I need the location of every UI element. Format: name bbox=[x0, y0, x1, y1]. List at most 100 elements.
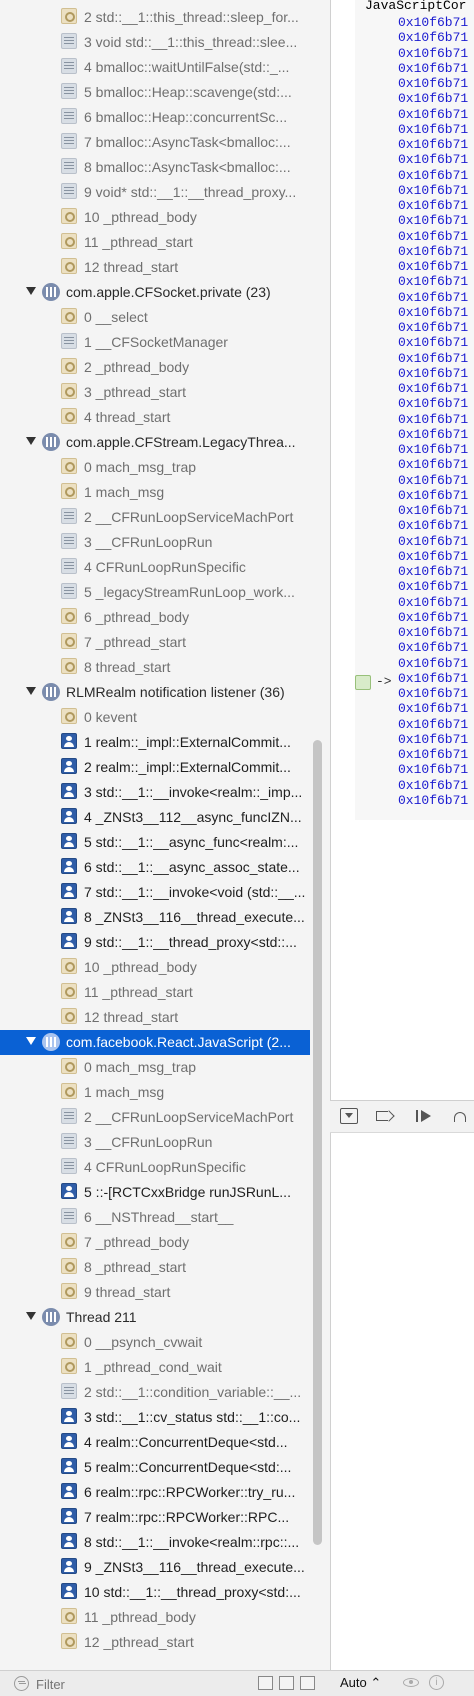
stack-frame-row[interactable]: 6 bmalloc::Heap::concurrentSc... bbox=[0, 105, 310, 130]
stack-frame-row[interactable]: 12 _pthread_start bbox=[0, 1630, 310, 1655]
stack-frame-label: 1 __CFSocketManager bbox=[84, 334, 228, 350]
stack-frame-row[interactable]: 1 realm::_impl::ExternalCommit... bbox=[0, 730, 310, 755]
system-frame-icon bbox=[61, 1008, 77, 1024]
thread-row[interactable]: com.apple.CFStream.LegacyThrea... bbox=[0, 430, 310, 455]
stack-frame-row[interactable]: 9 std::__1::__thread_proxy<std::... bbox=[0, 930, 310, 955]
stack-frame-row[interactable]: 2 __CFRunLoopServiceMachPort bbox=[0, 1105, 310, 1130]
stack-frame-row[interactable]: 0 mach_msg_trap bbox=[0, 1055, 310, 1080]
stack-frame-row[interactable]: 1 mach_msg bbox=[0, 480, 310, 505]
stack-frame-row[interactable]: 3 __CFRunLoopRun bbox=[0, 530, 310, 555]
thread-label: Thread 211 bbox=[66, 1309, 137, 1325]
address-line: 0x10f6b71 bbox=[398, 121, 469, 137]
thread-icon bbox=[42, 1308, 60, 1326]
system-frame-icon bbox=[61, 1358, 77, 1374]
stack-frame-row[interactable]: 4 bmalloc::waitUntilFalse(std::_... bbox=[0, 55, 310, 80]
breakpoints-toggle-icon[interactable] bbox=[376, 1108, 394, 1124]
disclosure-triangle-icon[interactable] bbox=[26, 1312, 36, 1320]
stack-frame-row[interactable]: 8 bmalloc::AsyncTask<bmalloc:... bbox=[0, 155, 310, 180]
stack-frame-row[interactable]: 7 _pthread_body bbox=[0, 1230, 310, 1255]
stack-frame-row[interactable]: 7 _pthread_start bbox=[0, 630, 310, 655]
stack-frame-row[interactable]: 12 thread_start bbox=[0, 255, 310, 280]
stack-frame-row[interactable]: 9 void* std::__1::__thread_proxy... bbox=[0, 180, 310, 205]
thread-row-selected[interactable]: com.facebook.React.JavaScript (2... bbox=[0, 1030, 310, 1055]
stack-frame-row[interactable]: 8 _pthread_start bbox=[0, 1255, 310, 1280]
disclosure-triangle-icon[interactable] bbox=[26, 437, 36, 445]
eye-icon[interactable] bbox=[403, 1678, 419, 1687]
process-view-icon[interactable] bbox=[300, 1676, 315, 1690]
stack-frame-row[interactable]: 0 __select bbox=[0, 305, 310, 330]
navigator-scrollbar[interactable] bbox=[313, 740, 322, 1545]
stack-frame-row[interactable]: 9 _ZNSt3__116__thread_execute... bbox=[0, 1555, 310, 1580]
system-frame-icon bbox=[61, 658, 77, 674]
stack-frame-row[interactable]: 3 _pthread_start bbox=[0, 380, 310, 405]
stack-frame-row[interactable]: 4 thread_start bbox=[0, 405, 310, 430]
stack-frame-row[interactable]: 6 __NSThread__start__ bbox=[0, 1205, 310, 1230]
stack-frame-row[interactable]: 6 _pthread_body bbox=[0, 605, 310, 630]
stack-frame-row[interactable]: 8 _ZNSt3__116__thread_execute... bbox=[0, 905, 310, 930]
stack-frame-row[interactable]: 9 thread_start bbox=[0, 1280, 310, 1305]
show-crashed-only-icon[interactable] bbox=[279, 1676, 294, 1690]
hide-debug-area-icon[interactable] bbox=[340, 1108, 358, 1124]
stack-frame-label: 5 _legacyStreamRunLoop_work... bbox=[84, 584, 295, 600]
step-over-icon[interactable] bbox=[452, 1108, 470, 1124]
filter-icon[interactable] bbox=[14, 1676, 29, 1691]
stack-frame-row[interactable]: 7 std::__1::__invoke<void (std::__... bbox=[0, 880, 310, 905]
stack-frame-row[interactable]: 5 bmalloc::Heap::scavenge(std:... bbox=[0, 80, 310, 105]
user-code-frame-icon bbox=[61, 1458, 77, 1474]
stack-frame-row[interactable]: 5 ::-[RCTCxxBridge runJSRunL... bbox=[0, 1180, 310, 1205]
stack-frame-row[interactable]: 2 std::__1::this_thread::sleep_for... bbox=[0, 5, 310, 30]
stack-frame-row[interactable]: 5 realm::ConcurrentDeque<std:... bbox=[0, 1455, 310, 1480]
stack-frame-row[interactable]: 10 std::__1::__thread_proxy<std:... bbox=[0, 1580, 310, 1605]
stack-frame-row[interactable]: 5 _legacyStreamRunLoop_work... bbox=[0, 580, 310, 605]
show-running-only-icon[interactable] bbox=[258, 1676, 273, 1690]
continue-icon[interactable] bbox=[416, 1108, 434, 1124]
stack-frame-row[interactable]: 3 std::__1::cv_status std::__1::co... bbox=[0, 1405, 310, 1430]
stack-frame-row[interactable]: 2 realm::_impl::ExternalCommit... bbox=[0, 755, 310, 780]
stack-frame-label: 6 __NSThread__start__ bbox=[84, 1209, 234, 1225]
stack-frame-row[interactable]: 4 CFRunLoopRunSpecific bbox=[0, 555, 310, 580]
stack-frame-row[interactable]: 4 realm::ConcurrentDeque<std... bbox=[0, 1430, 310, 1455]
stack-frame-label: 2 __CFRunLoopServiceMachPort bbox=[84, 1109, 294, 1125]
stack-frame-row[interactable]: 8 thread_start bbox=[0, 655, 310, 680]
stack-frame-row[interactable]: 6 realm::rpc::RPCWorker::try_ru... bbox=[0, 1480, 310, 1505]
disclosure-triangle-icon[interactable] bbox=[26, 687, 36, 695]
stack-frame-row[interactable]: 10 _pthread_body bbox=[0, 955, 310, 980]
thread-row[interactable]: com.apple.CFSocket.private (23) bbox=[0, 280, 310, 305]
stack-frame-row[interactable]: 12 thread_start bbox=[0, 1005, 310, 1030]
stack-frame-row[interactable]: 3 __CFRunLoopRun bbox=[0, 1130, 310, 1155]
stack-frame-row[interactable]: 8 std::__1::__invoke<realm::rpc::... bbox=[0, 1530, 310, 1555]
stack-frame-row[interactable]: 4 CFRunLoopRunSpecific bbox=[0, 1155, 310, 1180]
stack-frame-row[interactable]: 2 std::__1::condition_variable::__... bbox=[0, 1380, 310, 1405]
disclosure-triangle-icon[interactable] bbox=[26, 287, 36, 295]
disclosure-triangle-icon[interactable] bbox=[26, 1037, 36, 1045]
stack-frame-row[interactable]: 0 __psynch_cvwait bbox=[0, 1330, 310, 1355]
stack-frame-row[interactable]: 7 realm::rpc::RPCWorker::RPC... bbox=[0, 1505, 310, 1530]
stack-frame-row[interactable]: 5 std::__1::__async_func<realm:... bbox=[0, 830, 310, 855]
scope-select[interactable]: Auto ⌃ bbox=[340, 1675, 381, 1691]
stack-frame-label: 4 bmalloc::waitUntilFalse(std::_... bbox=[84, 59, 290, 75]
filter-input[interactable] bbox=[34, 1674, 238, 1694]
stack-frame-row[interactable]: 2 _pthread_body bbox=[0, 355, 310, 380]
stack-frame-row[interactable]: 0 kevent bbox=[0, 705, 310, 730]
stack-frame-row[interactable]: 11 _pthread_start bbox=[0, 980, 310, 1005]
stack-frame-row[interactable]: 1 mach_msg bbox=[0, 1080, 310, 1105]
stack-frame-row[interactable]: 3 void std::__1::this_thread::slee... bbox=[0, 30, 310, 55]
stack-frame-row[interactable]: 2 __CFRunLoopServiceMachPort bbox=[0, 505, 310, 530]
stack-frame-row[interactable]: 3 std::__1::__invoke<realm::_imp... bbox=[0, 780, 310, 805]
stack-frame-row[interactable]: 1 _pthread_cond_wait bbox=[0, 1355, 310, 1380]
stack-frame-row[interactable]: 7 bmalloc::AsyncTask<bmalloc:... bbox=[0, 130, 310, 155]
stack-frame-row[interactable]: 11 _pthread_body bbox=[0, 1605, 310, 1630]
stack-frame-row[interactable]: 1 __CFSocketManager bbox=[0, 330, 310, 355]
stack-frame-row[interactable]: 10 _pthread_body bbox=[0, 205, 310, 230]
thread-row[interactable]: RLMRealm notification listener (36) bbox=[0, 680, 310, 705]
program-counter-marker-icon[interactable] bbox=[355, 675, 371, 690]
stack-frame-label: 0 mach_msg_trap bbox=[84, 1059, 197, 1075]
stack-frame-row[interactable]: 4 _ZNSt3__112__async_funcIZN... bbox=[0, 805, 310, 830]
address-line: 0x10f6b71 bbox=[398, 76, 469, 91]
stack-frame-row[interactable]: 6 std::__1::__async_assoc_state... bbox=[0, 855, 310, 880]
address-line: 0x10f6b71 bbox=[398, 365, 469, 381]
stack-frame-row[interactable]: 0 mach_msg_trap bbox=[0, 455, 310, 480]
info-icon[interactable]: i bbox=[429, 1675, 444, 1690]
stack-frame-row[interactable]: 11 _pthread_start bbox=[0, 230, 310, 255]
thread-row[interactable]: Thread 211 bbox=[0, 1305, 310, 1330]
